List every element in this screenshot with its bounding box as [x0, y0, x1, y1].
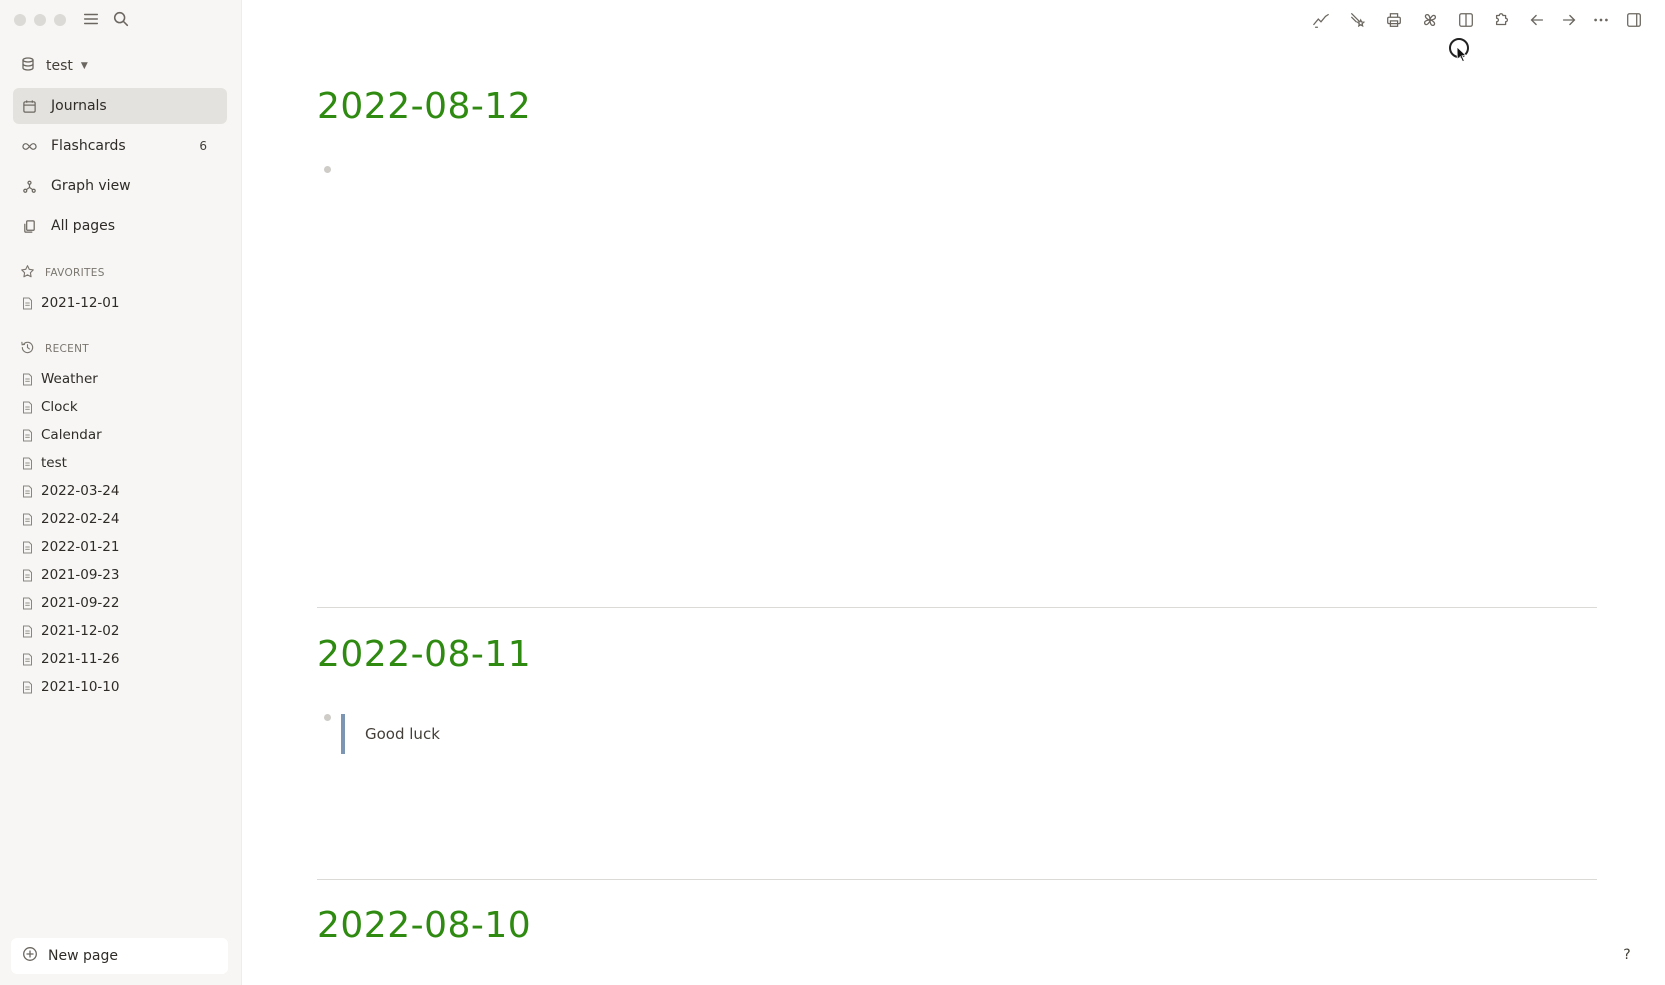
sidebar-item-graph-view[interactable]: Graph view — [13, 168, 227, 204]
page-item-label: 2021-11-26 — [41, 651, 120, 667]
page-icon — [23, 401, 32, 413]
favorites-list: 2021-12-01 — [22, 289, 222, 317]
recent-page-item[interactable]: test — [22, 449, 222, 477]
sidebar-item-all-pages[interactable]: All pages — [13, 208, 227, 244]
journal-title[interactable]: 2022-08-10 — [317, 905, 531, 946]
sidebar-nav: Journals Flashcards 6 Graph view All pag… — [13, 88, 227, 248]
recent-header[interactable]: RECENT — [20, 340, 89, 358]
maximize-window-button[interactable] — [54, 14, 66, 26]
journal-entry: 2022-08-11 Good luck — [317, 634, 1597, 754]
chevron-down-icon: ▼ — [80, 61, 88, 71]
recent-page-item[interactable]: Calendar — [22, 421, 222, 449]
sidebar-item-label: Flashcards — [51, 138, 126, 154]
flashcards-count-badge: 6 — [199, 139, 207, 153]
page-icon — [23, 429, 32, 441]
page-item-label: Weather — [41, 371, 98, 387]
page-icon — [23, 373, 32, 385]
pages-icon — [21, 218, 37, 234]
favorites-label: FAVORITES — [45, 267, 105, 279]
menu-icon[interactable] — [81, 9, 101, 29]
journal-title[interactable]: 2022-08-11 — [317, 634, 531, 675]
database-icon — [20, 56, 36, 76]
app-window: test ▼ Journals Flashcards 6 Graph view … — [0, 0, 1665, 985]
new-page-button[interactable]: New page — [11, 938, 228, 974]
quote-block[interactable]: Good luck — [341, 714, 440, 754]
recent-page-item[interactable]: Weather — [22, 365, 222, 393]
recent-page-item[interactable]: Clock — [22, 393, 222, 421]
page-item-label: 2022-02-24 — [41, 511, 120, 527]
page-item-label: 2022-03-24 — [41, 483, 120, 499]
new-page-label: New page — [48, 948, 118, 964]
journal-title[interactable]: 2022-08-12 — [317, 86, 531, 127]
page-icon — [23, 597, 32, 609]
page-item-label: 2021-10-10 — [41, 679, 120, 695]
recent-page-item[interactable]: 2022-02-24 — [22, 505, 222, 533]
sidebar-item-label: All pages — [51, 218, 116, 234]
recent-page-item[interactable]: 2021-11-26 — [22, 645, 222, 673]
page-item-label: Clock — [41, 399, 78, 415]
page-icon — [23, 457, 32, 469]
plus-circle-icon — [22, 946, 38, 966]
journal-divider — [317, 607, 1597, 608]
graph-icon — [21, 178, 37, 194]
recent-page-item[interactable]: 2022-01-21 — [22, 533, 222, 561]
recent-page-item[interactable]: 2021-09-23 — [22, 561, 222, 589]
favorites-header[interactable]: FAVORITES — [20, 264, 105, 282]
recent-page-item[interactable]: 2021-10-10 — [22, 673, 222, 701]
left-sidebar: test ▼ Journals Flashcards 6 Graph view … — [0, 0, 242, 985]
help-button[interactable]: ? — [1617, 945, 1637, 965]
page-icon — [23, 569, 32, 581]
page-icon — [23, 625, 32, 637]
block-bullet[interactable] — [324, 166, 331, 173]
journal-divider — [317, 879, 1597, 880]
page-item-label: 2021-12-01 — [41, 295, 120, 311]
recent-page-item[interactable]: 2022-03-24 — [22, 477, 222, 505]
graph-selector[interactable]: test ▼ — [20, 54, 88, 78]
page-icon — [23, 653, 32, 665]
page-icon — [23, 681, 32, 693]
sidebar-item-label: Journals — [51, 98, 107, 114]
search-icon[interactable] — [111, 9, 131, 29]
page-icon — [23, 485, 32, 497]
page-icon — [23, 513, 32, 525]
page-item-label: Calendar — [41, 427, 102, 443]
page-icon — [23, 541, 32, 553]
quote-text: Good luck — [365, 725, 440, 743]
page-icon — [23, 297, 32, 309]
page-item-label: 2021-12-02 — [41, 623, 120, 639]
recent-label: RECENT — [45, 343, 89, 355]
close-window-button[interactable] — [14, 14, 26, 26]
journals-main: 2022-08-12 2022-08-11 Good luck 2022-08-… — [242, 0, 1665, 985]
sidebar-item-journals[interactable]: Journals — [13, 88, 227, 124]
minimize-window-button[interactable] — [34, 14, 46, 26]
page-item-label: 2022-01-21 — [41, 539, 120, 555]
page-item-label: 2021-09-22 — [41, 595, 120, 611]
block-bullet[interactable] — [324, 714, 331, 721]
recent-page-item[interactable]: 2021-12-02 — [22, 617, 222, 645]
sidebar-item-flashcards[interactable]: Flashcards 6 — [13, 128, 227, 164]
page-item-label: test — [41, 455, 67, 471]
page-item-label: 2021-09-23 — [41, 567, 120, 583]
star-icon — [20, 264, 35, 282]
recent-page-item[interactable]: 2021-09-22 — [22, 589, 222, 617]
calendar-icon — [21, 98, 37, 114]
favorite-page-item[interactable]: 2021-12-01 — [22, 289, 222, 317]
recent-list: Weather Clock Calendar test 2022-03-24 2022-0… — [22, 365, 222, 701]
graph-name: test — [46, 58, 73, 74]
journal-entry: 2022-08-12 — [317, 86, 1597, 173]
infinity-icon — [21, 138, 37, 154]
sidebar-item-label: Graph view — [51, 178, 131, 194]
history-icon — [20, 340, 35, 358]
window-controls — [14, 14, 66, 26]
journal-entry: 2022-08-10 — [317, 905, 1597, 946]
